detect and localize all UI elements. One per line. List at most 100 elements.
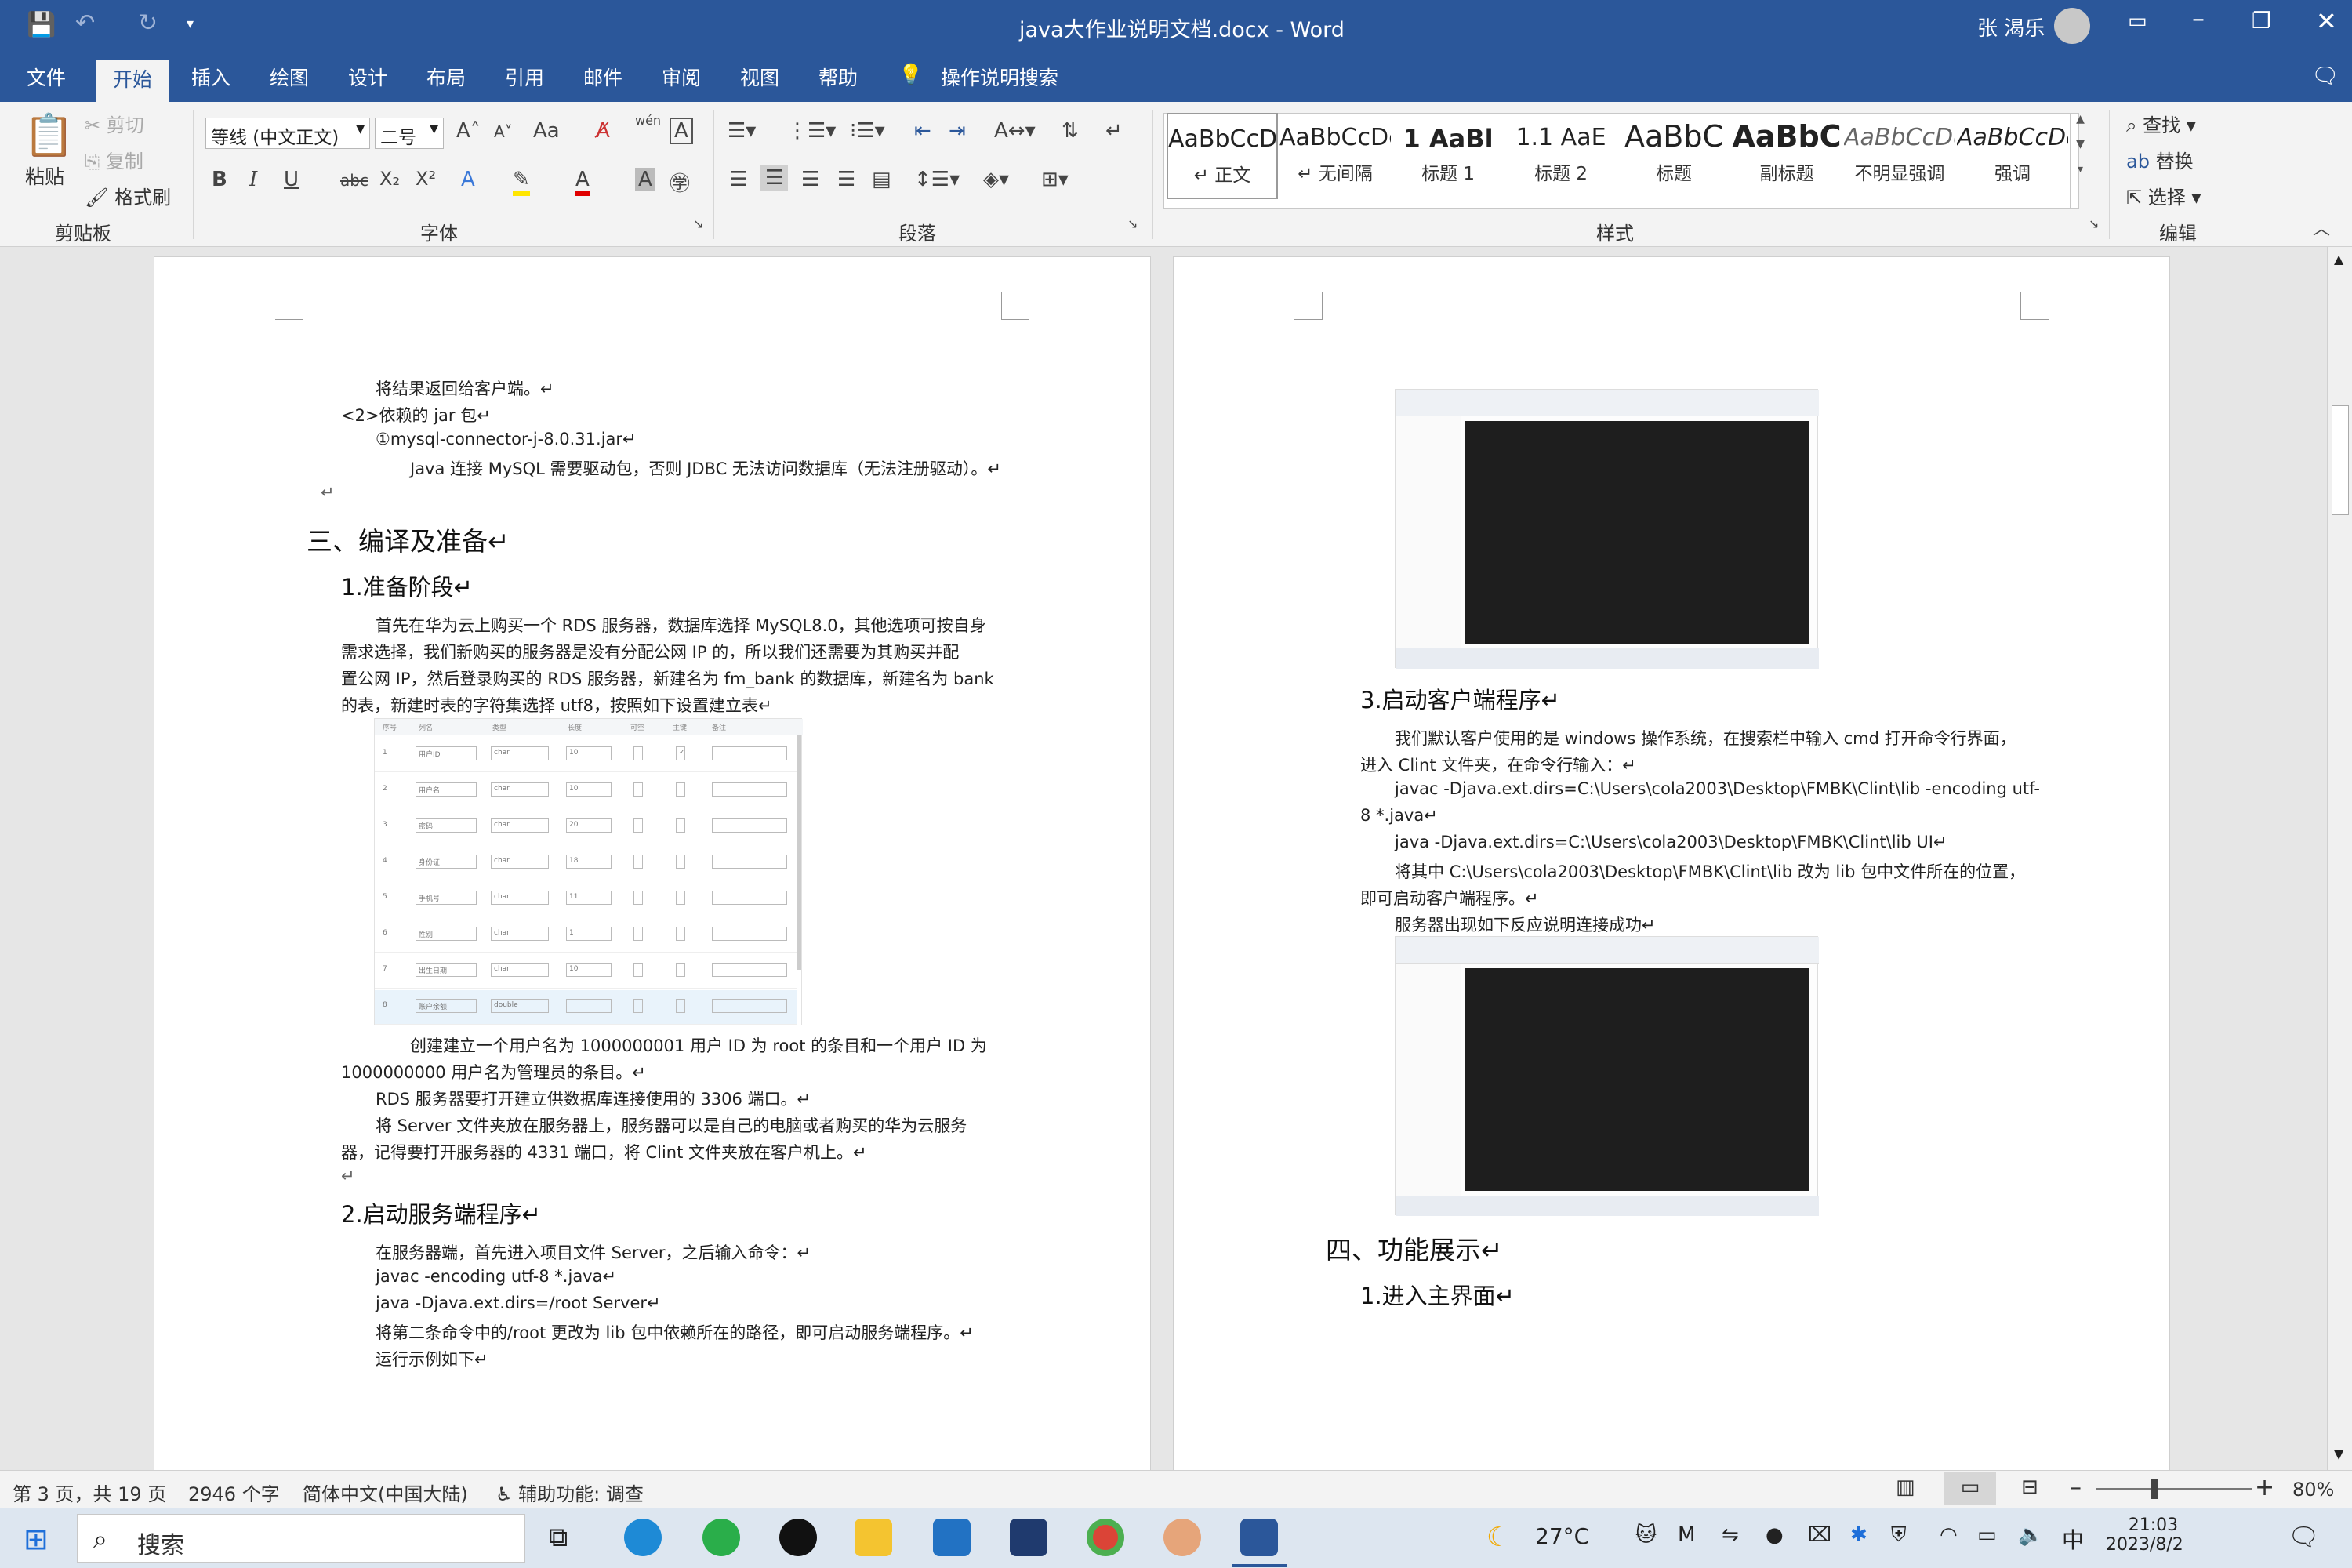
tab-layout[interactable]: 布局 — [426, 63, 466, 91]
chrome-icon[interactable] — [1087, 1519, 1124, 1556]
table-cell[interactable] — [712, 818, 787, 833]
table-cell[interactable] — [676, 999, 685, 1013]
table-cell[interactable]: char — [491, 782, 549, 797]
qat-customize-icon[interactable]: ▾ — [187, 16, 194, 32]
tab-design[interactable]: 设计 — [348, 63, 387, 91]
word-icon[interactable] — [1240, 1519, 1278, 1556]
table-cell[interactable]: char — [491, 963, 549, 977]
borders-icon[interactable]: ⊞▾ — [1041, 168, 1069, 191]
tab-draw[interactable]: 绘图 — [270, 63, 309, 91]
security-icon[interactable]: ⛨ — [1891, 1523, 1907, 1548]
table-cell[interactable]: 10 — [566, 782, 612, 797]
italic-button[interactable]: I — [249, 168, 257, 191]
styles-scroll[interactable]: ▲ ▼ ▾ — [2070, 113, 2090, 209]
qq-icon[interactable] — [779, 1519, 817, 1556]
table-cell[interactable] — [633, 746, 643, 760]
table-cell[interactable]: char — [491, 855, 549, 869]
char-shading-icon[interactable]: A — [635, 168, 655, 191]
minimize-icon[interactable]: – — [2192, 3, 2205, 33]
table-cell[interactable]: 20 — [566, 818, 612, 833]
table-cell[interactable] — [676, 963, 685, 977]
collapse-ribbon-icon[interactable]: ︿ — [2313, 215, 2330, 240]
table-cell[interactable] — [676, 818, 685, 833]
table-cell[interactable]: 用户名 — [416, 782, 477, 797]
table-cell[interactable] — [712, 927, 787, 941]
table-cell[interactable] — [633, 818, 643, 833]
body-line[interactable]: ①mysql-connector-j-8.0.31.jar↵ — [376, 430, 637, 448]
table-cell[interactable] — [712, 891, 787, 905]
style-heading-1[interactable]: 1 AaBl 标题 1 — [1392, 113, 1504, 199]
body-line[interactable]: 创建建立一个用户名为 1000000001 用户 ID 为 root 的条目和一… — [410, 1033, 987, 1057]
body-line[interactable]: javac -Djava.ext.dirs=C:\Users\cola2003\… — [1395, 779, 2040, 798]
body-line[interactable]: 置公网 IP，然后登录购买的 RDS 服务器，新建名为 fm_bank 的数据库… — [341, 666, 994, 690]
font-size-select[interactable]: 二号 ▼ — [375, 118, 444, 149]
body-line[interactable]: 将结果返回给客户端。↵ — [376, 376, 554, 400]
heading-2[interactable]: 1.进入主界面↵ — [1360, 1278, 1515, 1311]
table-cell[interactable] — [676, 927, 685, 941]
cut-button[interactable]: ✂ 剪切 — [85, 110, 144, 137]
table-cell[interactable] — [712, 782, 787, 797]
word-count[interactable]: 2946 个字 — [188, 1479, 280, 1506]
style-emphasis[interactable]: AaBbCcDc 强调 — [1957, 113, 2068, 199]
body-line[interactable]: 的表，新建时表的字符集选择 utf8，按照如下设置建立表↵ — [341, 693, 772, 717]
align-right-icon[interactable]: ☰ — [801, 168, 819, 191]
show-marks-icon[interactable]: ↵ — [1105, 119, 1123, 143]
tab-view[interactable]: 视图 — [740, 63, 779, 91]
shrink-font-icon[interactable]: A˅ — [494, 122, 513, 141]
table-cell[interactable]: 1 — [566, 927, 612, 941]
tab-references[interactable]: 引用 — [505, 63, 544, 91]
tray-settings-icon[interactable]: ⇋ — [1722, 1523, 1739, 1547]
body-line[interactable]: 进入 Clint 文件夹，在命令行输入：↵ — [1360, 753, 1636, 776]
accessibility-status[interactable]: ♿ 辅助功能: 调查 — [495, 1479, 644, 1506]
table-cell[interactable]: char — [491, 746, 549, 760]
enclose-char-icon[interactable]: ㊫ — [670, 168, 690, 197]
table-cell[interactable]: 10 — [566, 746, 612, 760]
restore-icon[interactable]: ❐ — [2252, 8, 2271, 34]
battery-icon[interactable]: ▭ — [1977, 1523, 1997, 1547]
tray-m-icon[interactable]: M — [1678, 1523, 1695, 1547]
copy-button[interactable]: ⎘ 复制 — [85, 146, 143, 173]
table-cell[interactable]: char — [491, 891, 549, 905]
client-screenshot-1[interactable] — [1395, 389, 1819, 669]
close-icon[interactable]: ✕ — [2316, 6, 2337, 36]
tab-help[interactable]: 帮助 — [818, 63, 858, 91]
table-cell[interactable]: ✓ — [676, 746, 685, 760]
grow-font-icon[interactable]: A˄ — [456, 119, 481, 143]
zoom-thumb[interactable] — [2151, 1479, 2158, 1499]
table-cell[interactable]: 出生日期 — [416, 963, 477, 977]
redo-icon[interactable]: ↻ — [138, 9, 158, 37]
styles-dialog-launcher-icon[interactable]: ↘ — [2089, 216, 2099, 231]
tray-camera-icon[interactable]: ⌧ — [1808, 1523, 1831, 1547]
body-line[interactable]: 我们默认客户使用的是 windows 操作系统，在搜索栏中输入 cmd 打开命令… — [1395, 726, 2016, 750]
table-cell[interactable] — [633, 855, 643, 869]
font-name-select[interactable]: 等线 (中文正文) ▼ — [205, 118, 370, 149]
game-app-icon[interactable] — [1163, 1519, 1201, 1556]
font-dialog-launcher-icon[interactable]: ↘ — [693, 216, 703, 231]
read-mode-icon[interactable]: ▥ — [1896, 1475, 1915, 1499]
sort-icon[interactable]: ⇅ — [1062, 119, 1079, 143]
body-line[interactable]: 器，记得要打开服务器的 4331 端口，将 Clint 文件夹放在客户机上。↵ — [341, 1140, 867, 1163]
distribute-icon[interactable]: ▤ — [872, 168, 891, 191]
notifications-icon[interactable]: 🗨 — [2288, 1522, 2320, 1552]
body-line[interactable]: 在服务器端，首先进入项目文件 Server，之后输入命令：↵ — [376, 1240, 811, 1264]
table-cell[interactable] — [712, 746, 787, 760]
avatar[interactable] — [2054, 8, 2090, 44]
style-heading-2[interactable]: 1.1 AaE 标题 2 — [1505, 113, 1617, 199]
body-line[interactable]: 8 *.java↵ — [1360, 806, 1438, 825]
justify-icon[interactable]: ☰ — [837, 168, 855, 191]
table-cell[interactable]: 手机号 — [416, 891, 477, 905]
edge-icon[interactable] — [624, 1519, 662, 1556]
table-cell[interactable]: 10 — [566, 963, 612, 977]
table-cell[interactable]: 身份证 — [416, 855, 477, 869]
char-border-icon[interactable]: A — [670, 118, 693, 144]
zoom-out-icon[interactable]: – — [2070, 1474, 2082, 1501]
format-painter-button[interactable]: 🖌 格式刷 — [85, 182, 171, 209]
task-view-icon[interactable]: ⧉ — [549, 1522, 568, 1553]
windows-start-icon[interactable]: ⊞ — [24, 1522, 49, 1556]
change-case-button[interactable]: Aa — [533, 119, 560, 143]
superscript-button[interactable]: X² — [416, 168, 436, 190]
body-line[interactable]: javac -encoding utf-8 *.java↵ — [376, 1267, 616, 1286]
table-cell[interactable]: 18 — [566, 855, 612, 869]
align-left-icon[interactable]: ☰ — [729, 168, 747, 191]
volume-icon[interactable]: 🔈 — [2018, 1523, 2043, 1547]
